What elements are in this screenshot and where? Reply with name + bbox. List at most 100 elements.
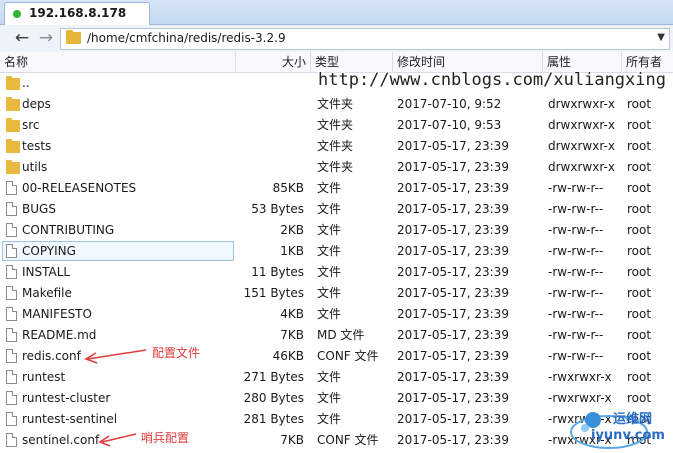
file-icon bbox=[6, 202, 17, 216]
file-row[interactable]: BUGS 53 Bytes 文件 2017-05-17, 23:39 -rw-rw-r-… bbox=[0, 199, 673, 220]
folder-row[interactable]: src 文件夹 2017-07-10, 9:53 drwxrwxr-x root bbox=[0, 115, 673, 136]
file-row[interactable]: MANIFESTO 4KB 文件 2017-05-17, 23:39 -rw-rw-r-… bbox=[0, 304, 673, 325]
file-row[interactable]: Makefile 151 Bytes 文件 2017-05-17, 23:39 -rw-… bbox=[0, 283, 673, 304]
file-size: 271 Bytes bbox=[243, 370, 304, 384]
chevron-down-icon[interactable]: ▼ bbox=[657, 32, 665, 43]
file-icon bbox=[6, 433, 17, 447]
connection-status-icon bbox=[13, 10, 21, 18]
file-name: runtest-cluster bbox=[22, 391, 111, 405]
file-modified: 2017-05-17, 23:39 bbox=[397, 223, 509, 237]
file-type: 文件夹 bbox=[317, 97, 354, 111]
back-arrow-icon[interactable]: ← bbox=[12, 28, 32, 48]
arrow-redis-conf bbox=[84, 349, 147, 364]
file-icon bbox=[6, 181, 17, 195]
file-icon bbox=[6, 223, 17, 237]
file-size: 1KB bbox=[280, 244, 304, 258]
column-header-size[interactable]: 大小 bbox=[236, 52, 311, 72]
file-modified: 2017-05-17, 23:39 bbox=[397, 412, 509, 426]
file-row[interactable]: README.md 7KB MD 文件 2017-05-17, 23:39 -rw-rw… bbox=[0, 325, 673, 346]
file-name: runtest-sentinel bbox=[22, 412, 118, 426]
note-sentinel-config: 哨兵配置 bbox=[141, 431, 190, 445]
file-type: 文件 bbox=[317, 307, 342, 321]
file-size: 85KB bbox=[272, 181, 304, 195]
file-modified: 2017-05-17, 23:39 bbox=[397, 349, 509, 363]
file-icon bbox=[6, 286, 17, 300]
file-icon bbox=[6, 391, 17, 405]
folder-icon bbox=[6, 97, 20, 111]
file-row[interactable]: runtest 271 Bytes 文件 2017-05-17, 23:39 -rwxr… bbox=[0, 367, 673, 388]
folder-icon bbox=[66, 30, 81, 44]
file-attrs: -rw-rw-r-- bbox=[548, 244, 604, 258]
folder-icon bbox=[6, 76, 20, 90]
file-icon bbox=[6, 412, 17, 426]
path-text: /home/cmfchina/redis/redis-3.2.9 bbox=[87, 31, 286, 45]
file-modified: 2017-05-17, 23:39 bbox=[397, 307, 509, 321]
file-size: 46KB bbox=[272, 349, 304, 363]
file-size bbox=[236, 73, 304, 94]
column-header-name[interactable]: 名称 bbox=[0, 52, 236, 72]
tab-title: 192.168.8.178 bbox=[29, 6, 127, 20]
file-modified: 2017-05-17, 23:39 bbox=[397, 139, 509, 153]
column-header-attrs[interactable]: 属性 bbox=[543, 52, 622, 72]
file-name: 00-RELEASENOTES bbox=[22, 181, 137, 195]
file-owner: root bbox=[627, 160, 652, 174]
forward-arrow-icon[interactable]: → bbox=[36, 28, 56, 48]
logo-line1: 运维网 bbox=[613, 412, 653, 427]
file-attrs: drwxrwxr-x bbox=[548, 118, 615, 132]
file-owner: root bbox=[627, 349, 652, 363]
file-size: 2KB bbox=[280, 223, 304, 237]
folder-row[interactable]: tests 文件夹 2017-05-17, 23:39 drwxrwxr-x root bbox=[0, 136, 673, 157]
file-modified: 2017-05-17, 23:39 bbox=[397, 433, 509, 447]
file-name: src bbox=[22, 118, 40, 132]
file-type: 文件 bbox=[317, 265, 342, 279]
path-bar: ← → /home/cmfchina/redis/redis-3.2.9 ▼ bbox=[0, 25, 673, 53]
file-modified: 2017-05-17, 23:39 bbox=[397, 391, 509, 405]
tab-session[interactable]: 192.168.8.178 bbox=[4, 2, 150, 25]
file-icon bbox=[6, 307, 17, 321]
folder-row[interactable]: deps 文件夹 2017-07-10, 9:52 drwxrwxr-x root bbox=[0, 94, 673, 115]
file-size: 53 Bytes bbox=[251, 202, 304, 216]
column-header-type[interactable]: 类型 bbox=[311, 52, 393, 72]
file-type: CONF 文件 bbox=[317, 349, 379, 363]
file-size bbox=[236, 157, 304, 178]
file-row[interactable]: COPYING 1KB 文件 2017-05-17, 23:39 -rw-rw-r-- r… bbox=[0, 241, 673, 262]
file-type: MD 文件 bbox=[317, 328, 365, 342]
file-name: tests bbox=[22, 139, 52, 153]
file-attrs: drwxrwxr-x bbox=[548, 97, 615, 111]
file-owner: root bbox=[627, 286, 652, 300]
file-type: CONF 文件 bbox=[317, 433, 379, 447]
file-size: 7KB bbox=[280, 433, 304, 447]
folder-icon bbox=[6, 139, 20, 153]
column-header-owner[interactable]: 所有者 bbox=[622, 52, 673, 72]
file-attrs: -rw-rw-r-- bbox=[548, 307, 604, 321]
file-name: Makefile bbox=[22, 286, 72, 300]
file-modified: 2017-07-10, 9:52 bbox=[397, 97, 502, 111]
file-modified: 2017-05-17, 23:39 bbox=[397, 181, 509, 195]
file-size: 4KB bbox=[280, 307, 304, 321]
file-owner: root bbox=[627, 97, 652, 111]
file-modified: 2017-05-17, 23:39 bbox=[397, 160, 509, 174]
file-owner: root bbox=[627, 307, 652, 321]
file-icon bbox=[6, 349, 17, 363]
logo-line2: iyunv.com bbox=[591, 428, 665, 443]
file-type: 文件 bbox=[317, 391, 342, 405]
folder-row[interactable]: utils 文件夹 2017-05-17, 23:39 drwxrwxr-x root bbox=[0, 157, 673, 178]
file-name: README.md bbox=[22, 328, 97, 342]
file-row[interactable]: INSTALL 11 Bytes 文件 2017-05-17, 23:39 -rw-rw… bbox=[0, 262, 673, 283]
path-input[interactable]: /home/cmfchina/redis/redis-3.2.9 ▼ bbox=[60, 28, 670, 50]
file-owner: root bbox=[627, 118, 652, 132]
column-header-modified[interactable]: 修改时间 bbox=[393, 52, 543, 72]
file-icon bbox=[6, 244, 17, 258]
file-size: 280 Bytes bbox=[243, 391, 304, 405]
file-modified: 2017-05-17, 23:39 bbox=[397, 244, 509, 258]
file-modified: 2017-05-17, 23:39 bbox=[397, 370, 509, 384]
file-owner: root bbox=[627, 223, 652, 237]
file-attrs: -rwxrwxr-x bbox=[548, 370, 612, 384]
watermark-url: http://www.cnblogs.com/xuliangxing bbox=[318, 70, 666, 90]
file-name: BUGS bbox=[22, 202, 56, 216]
file-row[interactable]: 00-RELEASENOTES 85KB 文件 2017-05-17, 23:39 -r… bbox=[0, 178, 673, 199]
file-size bbox=[236, 136, 304, 157]
file-type: 文件夹 bbox=[317, 160, 354, 174]
file-attrs: -rw-rw-r-- bbox=[548, 328, 604, 342]
file-row[interactable]: CONTRIBUTING 2KB 文件 2017-05-17, 23:39 -rw-rw… bbox=[0, 220, 673, 241]
